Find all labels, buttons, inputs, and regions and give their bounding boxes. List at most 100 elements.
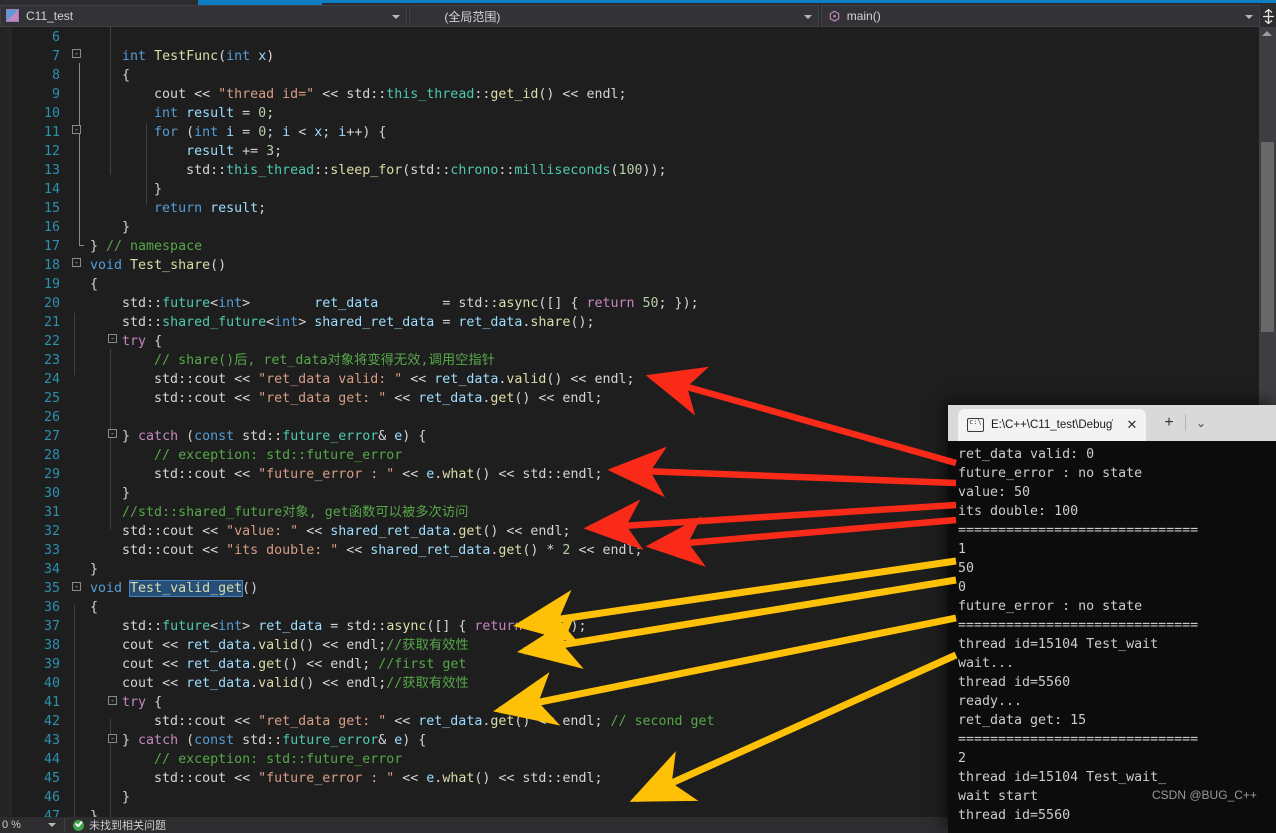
code-line-text: cout << ret_data.valid() << endl;//获取有效性 [122,638,469,653]
fold-toggle[interactable]: - [108,429,117,438]
line-number: 32 [43,524,60,539]
line-number: 42 [43,714,60,729]
terminal-output-line: its double: 100 [958,504,1079,519]
code-line[interactable]: 14 } [0,180,1240,199]
terminal-tab[interactable]: E:\C++\C11_test\Debug\C11_te ✕ [958,409,1146,441]
code-line[interactable]: 16 } [0,218,1240,237]
code-line-text: cout << ret_data.valid() << endl;//获取有效性 [122,676,469,691]
line-number: 34 [43,562,60,577]
code-line-text: std::cout << "value: " << shared_ret_dat… [122,524,571,539]
terminal-output-line: future_error : no state [958,466,1143,481]
code-line-text: std::cout << "ret_data valid: " << ret_d… [154,372,635,387]
indent-guide [74,313,75,375]
code-line-text: std::future<int> ret_data = std::async([… [122,296,699,311]
fold-toggle[interactable]: - [72,582,81,591]
line-number: 38 [43,638,60,653]
new-tab-icon[interactable]: + [1160,414,1178,432]
code-line-text: cout << ret_data.get() << endl; //first … [122,657,467,672]
fold-region-end [79,245,84,246]
terminal-output[interactable]: ret_data valid: 0 future_error : no state… [948,441,1276,833]
line-number: 27 [43,429,60,444]
fold-toggle[interactable]: - [72,125,81,134]
scrollbar-thumb[interactable] [1261,142,1274,332]
code-line[interactable]: 10 int result = 0; [0,104,1240,123]
code-line[interactable]: 17} // namespace [0,237,1240,256]
code-line[interactable]: 19 { [0,275,1240,294]
code-line-text: std::cout << "ret_data get: " << ret_dat… [154,714,715,729]
line-number: 12 [43,144,60,159]
chevron-down-icon[interactable] [48,823,56,827]
terminal-tab-title: E:\C++\C11_test\Debug\C11_te [991,419,1113,431]
terminal-output-line: 50 [958,561,975,576]
indent-guide [110,349,111,529]
code-line[interactable]: 8 { [0,66,1240,85]
line-number: 36 [43,600,60,615]
chevron-down-icon[interactable]: ⌄ [1192,414,1210,432]
line-number: 25 [43,391,60,406]
code-line[interactable]: 23 // share()后, ret_data对象将变得无效,调用空指针 [0,351,1240,370]
line-number: 31 [43,505,60,520]
code-line[interactable]: 6 [0,28,1240,47]
code-line[interactable]: 15 return result; [0,199,1240,218]
indent-guide [110,27,111,175]
fold-toggle[interactable]: - [72,49,81,58]
line-number: 16 [43,220,60,235]
project-icon [6,9,20,23]
code-line-text: int result = 0; [154,106,275,121]
scope-dropdown-label: (全局范围) [444,9,501,24]
code-line[interactable]: 20 std::future<int> ret_data = std::asyn… [0,294,1240,313]
terminal-output-line: ============================== [958,732,1199,747]
code-line-text: void Test_valid_get() [90,580,259,597]
line-number: 46 [43,790,60,805]
code-line-text: try { [122,695,163,710]
fold-toggle[interactable]: - [108,334,117,343]
line-number: 18 [43,258,60,273]
code-line-text: try { [122,334,163,349]
close-icon[interactable]: ✕ [1125,418,1139,432]
terminal-output-line: 0 [958,580,967,595]
code-line-text: std::shared_future<int> shared_ret_data … [122,315,595,330]
code-line[interactable]: 12 result += 3; [0,142,1240,161]
code-line[interactable]: 24 std::cout << "ret_data valid: " << re… [0,370,1240,389]
code-line[interactable]: 7 int TestFunc(int x) [0,47,1240,66]
code-line-text: std::cout << "future_error : " << e.what… [154,771,603,786]
terminal-window[interactable]: E:\C++\C11_test\Debug\C11_te ✕ + ⌄ ret_d… [948,405,1276,833]
chevron-down-icon [392,15,401,19]
code-line[interactable]: 9 cout << "thread id=" << std::this_thre… [0,85,1240,104]
zoom-level[interactable]: 0 % [0,819,44,831]
terminal-output-line: 1 [958,542,967,557]
function-dropdown[interactable]: main() [820,5,1261,27]
scope-dropdown[interactable]: (全局范围) [409,5,819,27]
terminal-output-line: 2 [958,751,967,766]
terminal-output-line: ret_data valid: 0 [958,447,1095,462]
line-number: 45 [43,771,60,786]
scroll-up-icon[interactable] [1262,31,1272,36]
terminal-output-line: thread id=15104 Test_wait_ [958,770,1167,785]
code-line[interactable]: 22 try { [0,332,1240,351]
fold-toggle[interactable]: - [108,734,117,743]
navigation-bar: C11_test (全局范围) main() [0,5,1276,27]
split-icon [1262,8,1274,24]
code-line-text: } [90,182,163,197]
code-line-text: for (int i = 0; i < x; i++) { [154,125,387,140]
indent-guide [74,605,75,833]
line-number: 22 [43,334,60,349]
code-line[interactable]: 18 void Test_share() [0,256,1240,275]
tab-strip-left [0,0,198,3]
code-line[interactable]: 13 std::this_thread::sleep_for(std::chro… [0,161,1240,180]
line-number: 44 [43,752,60,767]
method-icon [829,10,840,22]
fold-toggle[interactable]: - [108,696,117,705]
fold-toggle[interactable]: - [72,258,81,267]
line-number: 26 [43,410,60,425]
split-view-button[interactable] [1260,5,1276,27]
success-icon [73,819,84,831]
line-number: 10 [43,106,60,121]
line-number: 33 [43,543,60,558]
project-dropdown[interactable]: C11_test [0,5,408,27]
code-line[interactable]: 11 for (int i = 0; i < x; i++) { [0,123,1240,142]
terminal-output-line: thread id=15104 Test_wait [958,637,1159,652]
terminal-output-line: thread id=5560 [958,808,1071,823]
code-line-text: { [90,277,99,292]
code-line[interactable]: 21 std::shared_future<int> shared_ret_da… [0,313,1240,332]
